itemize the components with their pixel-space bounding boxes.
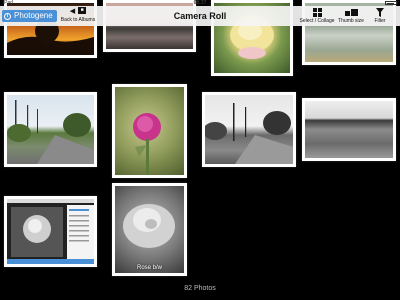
photo-image: [115, 87, 184, 175]
photo-image: Rose b/w: [115, 186, 184, 273]
albums-icon: ■: [78, 7, 87, 14]
thumb-size-icon: [344, 9, 358, 16]
clock: 08:37: [193, 0, 207, 6]
select-grid-icon: [312, 8, 322, 17]
thumb-size-button[interactable]: Thumb size: [338, 7, 364, 25]
photo-image: [205, 95, 293, 164]
photo-image: [7, 95, 94, 164]
back-arrow-icon: ◀: [69, 8, 76, 15]
select-collage-button[interactable]: Select / Collage: [298, 7, 336, 25]
photo-image: [305, 101, 393, 158]
photo-rose-bw[interactable]: Rose b/w: [112, 183, 187, 276]
photo-village-street-2[interactable]: [202, 92, 296, 167]
battery-icon: [385, 1, 397, 5]
photo-village-street[interactable]: [4, 92, 97, 167]
back-to-albums-button[interactable]: ◀ ■ Back to Albums: [60, 7, 96, 25]
photo-count-label: 82 Photos: [184, 285, 216, 292]
status-bar: iPad 08:37: [0, 0, 400, 6]
thumb-size-label: Thumb size: [338, 18, 364, 24]
filter-label: Filter: [374, 18, 386, 24]
filter-icon: [376, 8, 384, 17]
photo-image: [7, 199, 94, 264]
photo-thistle-flower[interactable]: [112, 84, 187, 178]
info-icon: i: [4, 12, 11, 20]
filter-button[interactable]: Filter: [368, 7, 392, 25]
app-title-button[interactable]: i Photogene: [2, 10, 57, 22]
photo-caption: Rose b/w: [136, 265, 162, 271]
select-label: Select / Collage: [299, 18, 335, 24]
toolbar: i Photogene ◀ ■ Back to Albums Camera Ro…: [0, 6, 400, 26]
app-title: Photogene: [14, 11, 53, 20]
photo-editor-screenshot[interactable]: [4, 196, 97, 267]
photo-field-bw[interactable]: [302, 98, 396, 161]
back-label: Back to Albums: [60, 17, 96, 23]
